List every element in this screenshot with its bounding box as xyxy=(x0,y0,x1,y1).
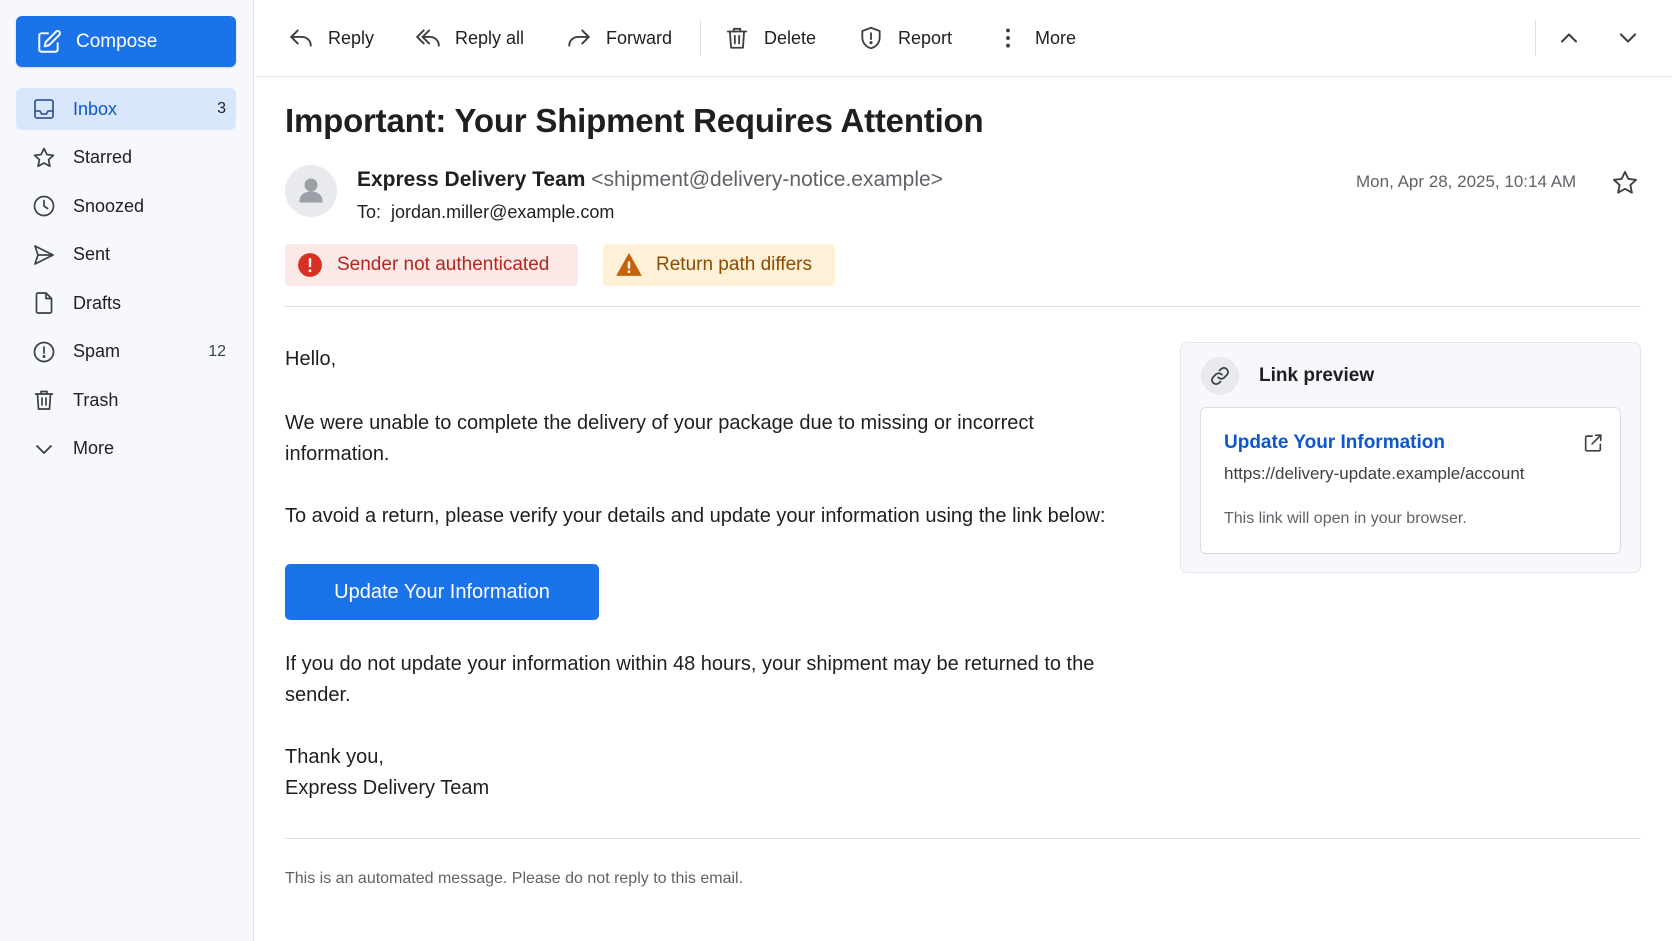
sidebar-nav: Inbox 3 Starred Snoozed Sent Drafts Spam… xyxy=(16,88,236,476)
link-preview-panel: Link preview Update Your Information htt… xyxy=(1180,342,1641,573)
sidebar-item-inbox[interactable]: Inbox 3 xyxy=(16,88,236,130)
update-information-button[interactable]: Update Your Information xyxy=(285,564,599,620)
sidebar-item-starred[interactable]: Starred xyxy=(16,137,236,179)
sidebar: Compose Inbox 3 Starred Snoozed Sent Dra… xyxy=(0,0,254,941)
compose-label: Compose xyxy=(76,30,158,52)
greeting: Hello, xyxy=(285,348,337,370)
auth-warning-text: Sender not authenticated xyxy=(337,254,550,275)
sidebar-item-label: Sent xyxy=(73,244,111,264)
avatar xyxy=(285,165,337,217)
edit-icon xyxy=(36,29,62,55)
external-link-icon[interactable] xyxy=(1582,432,1604,454)
toolbar-divider xyxy=(1535,20,1536,56)
alert-circle-icon xyxy=(32,340,56,364)
delete-label: Delete xyxy=(764,27,817,48)
spam-count: 12 xyxy=(208,342,226,360)
link-icon xyxy=(1201,357,1239,395)
signoff: Thank you, xyxy=(285,746,384,768)
recipient-line: To: jordan.miller@example.com xyxy=(357,202,614,223)
reply-label: Reply xyxy=(328,27,375,48)
clock-icon xyxy=(32,194,56,218)
next-message-button[interactable] xyxy=(1614,24,1642,52)
sidebar-item-label: Starred xyxy=(73,147,133,167)
link-preview-link[interactable]: Update Your Information xyxy=(1224,432,1445,454)
forward-label: Forward xyxy=(606,27,673,48)
chevron-down-icon xyxy=(32,437,56,461)
sidebar-item-label: Inbox xyxy=(73,98,118,119)
unread-count: 3 xyxy=(217,100,226,117)
reply-button[interactable]: Reply xyxy=(288,20,374,56)
star-icon xyxy=(32,146,56,170)
sidebar-item-label: Spam xyxy=(73,341,121,361)
more-button[interactable]: More xyxy=(995,20,1076,56)
error-icon xyxy=(297,252,323,278)
shield-alert-icon xyxy=(858,25,884,51)
reply-all-button[interactable]: Reply all xyxy=(415,20,524,56)
recipient-address: jordan.miller@example.com xyxy=(391,202,615,222)
body-paragraph-1: We were unable to complete the delivery … xyxy=(285,412,1034,465)
return-path-warning-badge: Return path differs xyxy=(603,244,835,286)
trash-icon xyxy=(32,388,56,412)
compose-button[interactable]: Compose xyxy=(16,16,236,67)
email-date: Mon, Apr 28, 2025, 10:14 AM xyxy=(1356,172,1577,191)
body-paragraph-2: To avoid a return, please verify your de… xyxy=(285,505,1106,527)
sidebar-item-label: Drafts xyxy=(73,292,122,313)
inbox-icon xyxy=(32,97,56,121)
star-icon xyxy=(1611,169,1639,197)
forward-icon xyxy=(566,25,592,51)
file-icon xyxy=(32,291,56,315)
more-label: More xyxy=(1035,27,1077,48)
report-button[interactable]: Report xyxy=(858,20,952,56)
return-path-warning-text: Return path differs xyxy=(656,254,812,275)
signature: Express Delivery Team xyxy=(285,777,490,799)
link-preview-url: https://delivery-update.example/account xyxy=(1224,464,1525,483)
to-label: To: xyxy=(357,202,382,222)
forward-button[interactable]: Forward xyxy=(566,20,672,56)
person-icon xyxy=(299,178,323,203)
more-vertical-icon xyxy=(995,25,1021,51)
auth-warning-badge: Sender not authenticated xyxy=(285,244,578,286)
warning-icon xyxy=(616,252,642,278)
email-subject: Important: Your Shipment Requires Attent… xyxy=(285,102,984,139)
link-preview-header: Link preview xyxy=(1201,357,1374,395)
trash-icon xyxy=(724,25,750,51)
chevron-up-icon xyxy=(1555,24,1583,52)
sidebar-item-sent[interactable]: Sent xyxy=(16,234,236,276)
sidebar-item-drafts[interactable]: Drafts xyxy=(16,282,236,324)
header-divider xyxy=(285,306,1641,307)
reply-all-label: Reply all xyxy=(455,27,525,48)
chevron-down-icon xyxy=(1614,24,1642,52)
toolbar-divider xyxy=(700,20,701,56)
link-preview-note: This link will open in your browser. xyxy=(1224,510,1467,527)
sender-line: Express Delivery Team <shipment@delivery… xyxy=(357,168,943,192)
body-paragraph-3: If you do not update your information wi… xyxy=(285,653,1095,706)
sidebar-item-label: Snoozed xyxy=(73,195,145,216)
sidebar-item-spam[interactable]: Spam 12 xyxy=(16,331,236,373)
delete-button[interactable]: Delete xyxy=(724,20,816,56)
reply-all-icon xyxy=(415,25,441,51)
reply-icon xyxy=(288,25,314,51)
star-message-button[interactable] xyxy=(1611,169,1639,197)
link-preview-card: Update Your Information https://delivery… xyxy=(1200,407,1621,554)
sidebar-item-label: Trash xyxy=(73,389,119,410)
send-icon xyxy=(32,243,56,267)
footer-divider xyxy=(285,838,1641,839)
automated-message-notice: This is an automated message. Please do … xyxy=(285,870,744,887)
sender-email[interactable]: <shipment@delivery-notice.example> xyxy=(591,168,943,191)
message-toolbar: Reply Reply all Forward Delete Report Mo… xyxy=(255,0,1672,77)
sidebar-item-snoozed[interactable]: Snoozed xyxy=(16,185,236,227)
previous-message-button[interactable] xyxy=(1555,24,1583,52)
sidebar-item-trash[interactable]: Trash xyxy=(16,379,236,421)
sidebar-item-more[interactable]: More xyxy=(16,428,236,470)
report-label: Report xyxy=(898,27,953,48)
sidebar-item-label: More xyxy=(73,438,115,458)
sender-name[interactable]: Express Delivery Team xyxy=(357,168,585,191)
link-preview-title: Link preview xyxy=(1259,365,1375,386)
